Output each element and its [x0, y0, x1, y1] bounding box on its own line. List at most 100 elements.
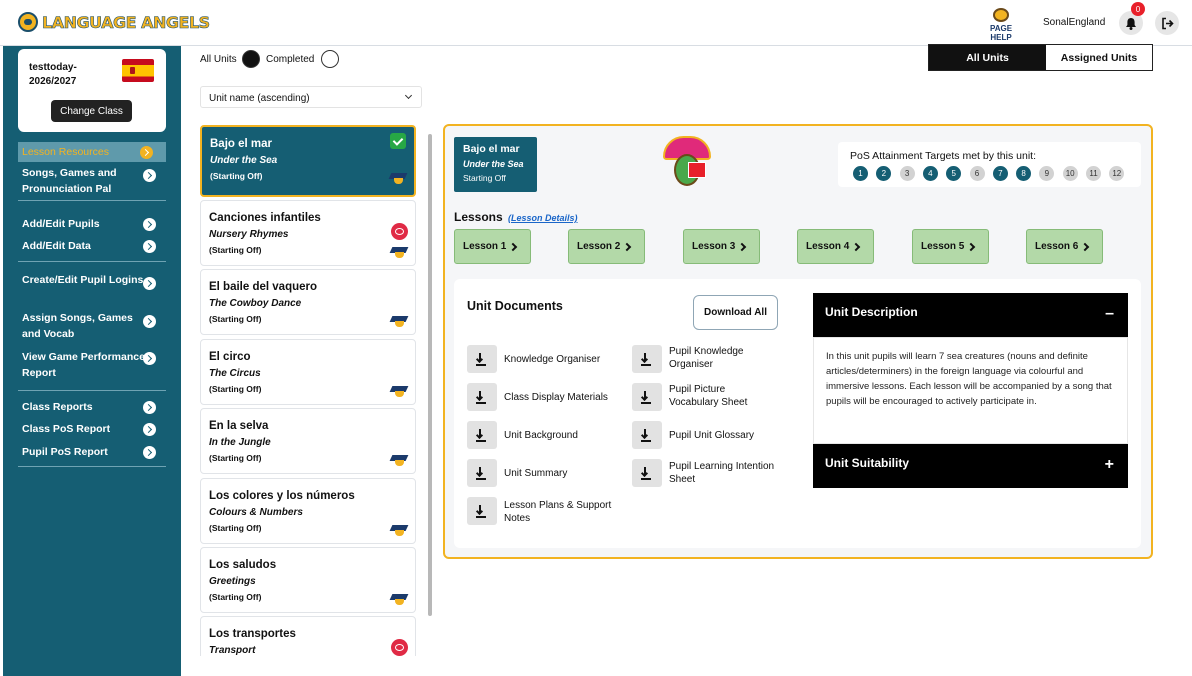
scrollbar-thumb[interactable] — [428, 134, 432, 616]
pos-target-6: 6 — [969, 166, 985, 181]
sidebar-item-assign-songs[interactable]: Assign Songs, Games and Vocab — [22, 310, 156, 342]
download-icon — [632, 421, 662, 449]
lesson-1-button[interactable]: Lesson 1 — [454, 229, 531, 264]
download-icon — [632, 345, 662, 373]
pos-attainment-box: PoS Attainment Targets met by this unit:… — [838, 142, 1141, 187]
tab-assigned-units[interactable]: Assigned Units — [1046, 45, 1152, 70]
chevron-right-icon — [851, 242, 861, 252]
chevron-right-icon — [143, 169, 156, 182]
unit-suitability-accordion[interactable]: Unit Suitability + — [813, 444, 1128, 488]
pos-target-9: 9 — [1039, 166, 1055, 181]
unit-card[interactable]: Bajo el mar Under the Sea (Starting Off) — [200, 125, 416, 197]
chevron-right-icon — [1080, 242, 1090, 252]
graduation-cap-icon — [391, 247, 407, 259]
username: SonalEngland — [1043, 17, 1106, 28]
eye-icon[interactable] — [391, 639, 408, 656]
owl-icon — [993, 8, 1009, 22]
unit-description-accordion[interactable]: Unit Description – — [813, 293, 1128, 337]
pos-target-5: 5 — [946, 166, 962, 181]
pos-target-11: 11 — [1086, 166, 1101, 181]
sidebar-item-add-edit-data[interactable]: Add/Edit Data — [22, 238, 156, 254]
chevron-right-icon — [966, 242, 976, 252]
sidebar-item-pupil-logins[interactable]: Create/Edit Pupil Logins — [22, 272, 156, 290]
unit-scope-toggle: All Units Assigned Units — [928, 44, 1153, 71]
completed-radio[interactable] — [321, 50, 339, 68]
language-angels-logo[interactable]: LANGUAGE ANGELS — [18, 12, 210, 32]
chevron-right-icon — [508, 242, 518, 252]
pronunciation-pal-icon[interactable] — [660, 136, 716, 192]
unit-list: Bajo el mar Under the Sea (Starting Off)… — [199, 124, 419, 656]
unit-card[interactable]: Los transportes Transport — [200, 616, 416, 656]
unit-card[interactable]: Canciones infantiles Nursery Rhymes (Sta… — [200, 200, 416, 266]
plus-icon: + — [1104, 456, 1114, 473]
chevron-right-icon — [143, 423, 156, 436]
lesson-4-button[interactable]: Lesson 4 — [797, 229, 874, 264]
download-icon — [632, 383, 662, 411]
unit-card[interactable]: El circo The Circus (Starting Off) — [200, 339, 416, 405]
sidebar: testtoday-2026/2027 Change Class Lesson … — [3, 46, 181, 676]
all-units-radio[interactable] — [242, 50, 260, 68]
unit-card[interactable]: El baile del vaquero The Cowboy Dance (S… — [200, 269, 416, 335]
sidebar-item-songs-games[interactable]: Songs, Games and Pronunciation Pal — [22, 165, 156, 197]
sidebar-item-class-pos-report[interactable]: Class PoS Report — [22, 421, 156, 437]
completed-check-icon — [390, 133, 406, 149]
unit-documents-heading: Unit Documents — [467, 299, 563, 313]
graduation-cap-icon — [391, 594, 407, 606]
sort-select[interactable]: Unit name (ascending) — [200, 86, 422, 108]
divider — [18, 466, 166, 467]
chevron-down-icon — [404, 91, 413, 100]
sidebar-item-game-report[interactable]: View Game Performance Report — [22, 349, 156, 381]
logout-icon — [1161, 17, 1174, 29]
page-help-button[interactable]: PAGE HELP — [980, 8, 1022, 42]
download-icon — [467, 497, 497, 525]
divider — [18, 390, 166, 391]
logout-button[interactable] — [1155, 11, 1179, 35]
graduation-cap-icon — [391, 455, 407, 467]
spain-flag-icon — [122, 59, 154, 82]
chevron-right-icon — [622, 242, 632, 252]
download-icon — [467, 459, 497, 487]
lesson-details-link[interactable]: (Lesson Details) — [508, 213, 578, 223]
sidebar-item-class-reports[interactable]: Class Reports — [22, 399, 156, 415]
chevron-right-icon — [140, 146, 153, 159]
chevron-right-icon — [143, 352, 156, 365]
lesson-2-button[interactable]: Lesson 2 — [568, 229, 645, 264]
chevron-right-icon — [143, 218, 156, 231]
download-icon — [467, 383, 497, 411]
lesson-6-button[interactable]: Lesson 6 — [1026, 229, 1103, 264]
graduation-cap-icon — [391, 386, 407, 398]
chevron-right-icon — [143, 277, 156, 290]
completed-label: Completed — [266, 54, 315, 65]
unit-card[interactable]: Los saludos Greetings (Starting Off) — [200, 547, 416, 613]
pos-target-7: 7 — [992, 166, 1008, 181]
sidebar-item-lesson-resources[interactable]: Lesson Resources — [18, 142, 166, 162]
lesson-3-button[interactable]: Lesson 3 — [683, 229, 760, 264]
graduation-cap-icon — [390, 173, 406, 185]
chevron-right-icon — [143, 446, 156, 459]
class-name: testtoday-2026/2027 — [29, 62, 77, 87]
download-icon — [467, 421, 497, 449]
unit-description-text: In this unit pupils will learn 7 sea cre… — [813, 337, 1128, 444]
chevron-right-icon — [143, 315, 156, 328]
all-units-label: All Units — [200, 54, 237, 65]
download-icon — [632, 459, 662, 487]
pos-target-2: 2 — [876, 166, 892, 181]
change-class-button[interactable]: Change Class — [51, 100, 132, 122]
eye-icon[interactable] — [391, 223, 408, 240]
selected-unit-badge: Bajo el mar Under the Sea Starting Off — [454, 137, 537, 192]
sidebar-item-pupil-pos-report[interactable]: Pupil PoS Report — [22, 444, 156, 460]
unit-card[interactable]: En la selva In the Jungle (Starting Off) — [200, 408, 416, 474]
divider — [18, 200, 166, 201]
unit-card[interactable]: Los colores y los números Colours & Numb… — [200, 478, 416, 544]
tab-all-units[interactable]: All Units — [929, 45, 1046, 70]
top-header: LANGUAGE ANGELS PAGE HELP SonalEngland 0 — [0, 0, 1192, 46]
sidebar-item-add-edit-pupils[interactable]: Add/Edit Pupils — [22, 216, 156, 232]
lessons-heading: Lessons (Lesson Details) — [454, 210, 578, 224]
minus-icon: – — [1105, 305, 1114, 322]
bell-icon — [1126, 17, 1136, 30]
lesson-5-button[interactable]: Lesson 5 — [912, 229, 989, 264]
pos-target-1: 1 — [853, 166, 868, 181]
divider — [18, 261, 166, 262]
download-all-button[interactable]: Download All — [693, 295, 778, 330]
graduation-cap-icon — [391, 525, 407, 537]
